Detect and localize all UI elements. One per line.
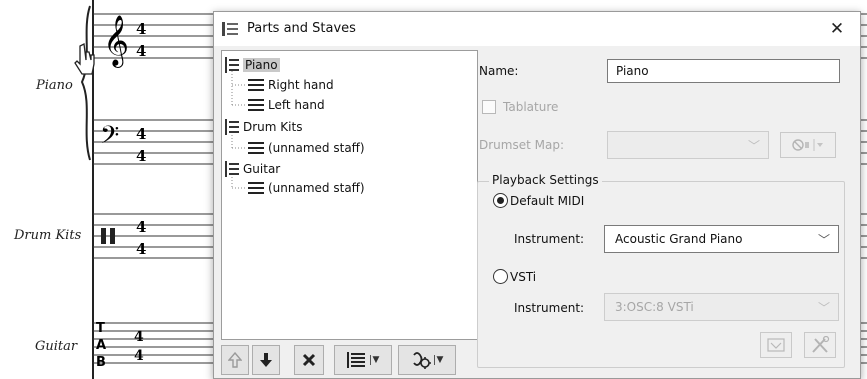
instrument-label-piano[interactable]: Piano <box>36 78 73 93</box>
midi-instrument-select[interactable]: Acoustic Grand Piano ﹀ <box>604 225 839 253</box>
svg-text:4: 4 <box>136 42 146 60</box>
vsti-instrument-label: Instrument: <box>514 301 585 315</box>
tree-staff-unnamed-drum[interactable]: (unnamed staff) <box>248 139 365 157</box>
tree-staff-label: (unnamed staff) <box>268 181 365 195</box>
vsti-tools-button[interactable] <box>804 332 836 358</box>
svg-text:T: T <box>96 321 105 336</box>
name-label: Name: <box>479 64 519 78</box>
svg-text:4: 4 <box>136 125 146 143</box>
vsti-settings-icon <box>767 338 785 352</box>
svg-text:4: 4 <box>136 240 146 258</box>
default-midi-radio[interactable] <box>493 193 508 208</box>
parts-staves-app-icon <box>222 22 238 36</box>
tree-staff-label: Right hand <box>268 78 334 92</box>
drumset-map-label: Drumset Map: <box>479 138 564 152</box>
vsti-instrument-value: 3:OSC:8 VSTi <box>615 300 694 314</box>
staff-icon <box>248 142 264 154</box>
bass-clef-icon: 𝄢 <box>100 121 119 156</box>
tree-part-guitar[interactable]: Guitar <box>225 160 280 178</box>
parts-tree[interactable]: Piano Right hand Left hand Drum Kits (un… <box>221 50 478 340</box>
instrument-settings-icon <box>412 352 431 369</box>
add-staff-button[interactable]: ▼ <box>334 345 392 375</box>
move-up-button[interactable] <box>221 345 249 375</box>
drumset-map-edit-button[interactable] <box>780 132 836 158</box>
playback-settings-legend: Playback Settings <box>489 173 602 187</box>
default-midi-label: Default MIDI <box>510 194 585 208</box>
midi-instrument-label: Instrument: <box>514 232 585 246</box>
delete-button[interactable] <box>294 345 324 375</box>
tree-part-label: Drum Kits <box>243 120 303 134</box>
midi-instrument-value: Acoustic Grand Piano <box>615 232 743 246</box>
tree-part-label: Guitar <box>243 162 281 176</box>
svg-text:4: 4 <box>136 147 146 165</box>
chevron-down-icon: ﹀ <box>747 139 760 153</box>
close-icon: ✕ <box>829 19 845 39</box>
instrument-settings-button[interactable]: ▼ <box>398 345 456 375</box>
name-field[interactable] <box>607 59 840 83</box>
dialog-titlebar[interactable]: Parts and Staves ✕ <box>214 12 860 46</box>
tree-part-piano[interactable]: Piano <box>225 56 280 74</box>
instrument-label-drums[interactable]: Drum Kits <box>14 228 81 243</box>
tree-staff-left-hand[interactable]: Left hand <box>248 96 325 114</box>
drumset-edit-icon <box>792 139 823 151</box>
vsti-label: VSTi <box>510 270 537 284</box>
move-down-button[interactable] <box>252 345 280 375</box>
chevron-down-icon: ﹀ <box>817 233 830 247</box>
vsti-settings-button[interactable] <box>760 332 792 358</box>
staff-icon <box>248 182 264 194</box>
svg-text:B: B <box>96 355 106 370</box>
part-icon <box>225 57 239 73</box>
treble-clef-icon: 𝄞 <box>103 15 129 68</box>
delete-x-icon <box>302 353 316 367</box>
tablature-label: Tablature <box>503 100 559 114</box>
arrow-up-icon <box>228 352 242 368</box>
part-icon <box>225 119 239 135</box>
part-icon <box>225 161 239 177</box>
dropdown-arrow-icon: ▼ <box>433 355 443 365</box>
tree-part-label: Piano <box>243 58 280 72</box>
tree-staff-label: (unnamed staff) <box>268 141 365 155</box>
hand-cursor-icon <box>74 43 95 75</box>
parts-and-staves-dialog: Parts and Staves ✕ Piano Right hand Left… <box>213 11 861 379</box>
tree-staff-right-hand[interactable]: Right hand <box>248 76 334 94</box>
staff-icon <box>248 99 264 111</box>
drumset-map-select[interactable]: ﹀ <box>607 131 769 159</box>
close-button[interactable]: ✕ <box>814 12 860 46</box>
svg-text:A: A <box>96 338 106 353</box>
svg-text:4: 4 <box>136 20 146 38</box>
add-staff-icon <box>346 352 365 368</box>
svg-text:4: 4 <box>134 329 144 345</box>
chevron-down-icon: ﹀ <box>817 301 830 315</box>
staff-icon <box>248 79 264 91</box>
dropdown-arrow-icon: ▼ <box>369 355 379 365</box>
tablature-checkbox[interactable] <box>482 100 496 114</box>
tree-staff-label: Left hand <box>268 98 325 112</box>
vsti-radio[interactable] <box>493 269 508 284</box>
arrow-down-icon <box>260 353 272 367</box>
dialog-title: Parts and Staves <box>247 21 356 36</box>
tools-icon <box>812 336 830 353</box>
percussion-clef-icon <box>101 228 106 244</box>
svg-text:4: 4 <box>136 218 146 236</box>
vsti-instrument-select[interactable]: 3:OSC:8 VSTi ﹀ <box>604 293 839 321</box>
svg-text:4: 4 <box>134 348 144 364</box>
tree-part-drum-kits[interactable]: Drum Kits <box>225 118 302 136</box>
tree-staff-unnamed-guitar[interactable]: (unnamed staff) <box>248 179 365 197</box>
instrument-label-guitar[interactable]: Guitar <box>35 339 77 354</box>
